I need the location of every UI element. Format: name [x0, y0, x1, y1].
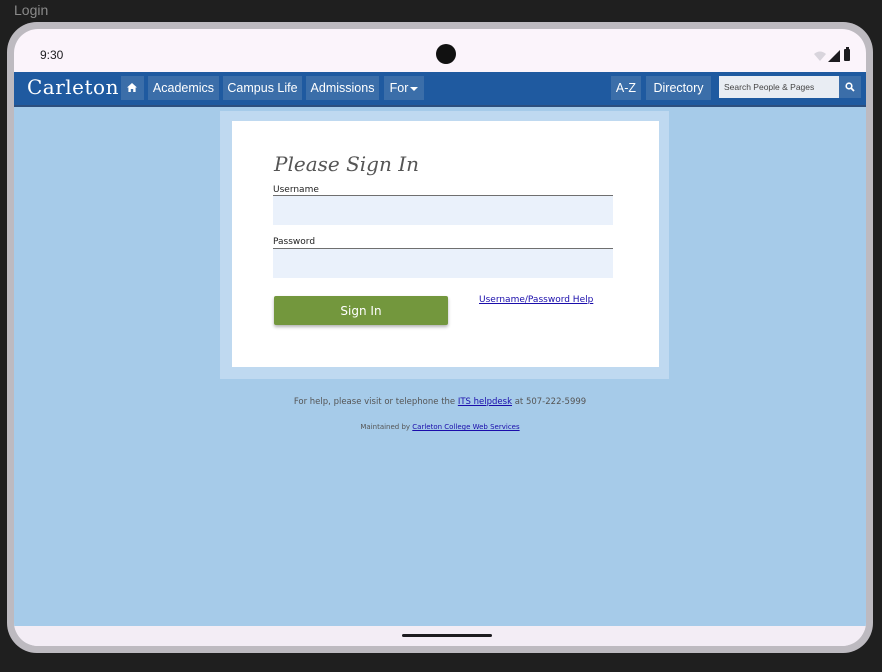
footer-maintained-prefix: Maintained by: [360, 423, 413, 431]
search-button[interactable]: [839, 76, 861, 98]
its-helpdesk-link[interactable]: ITS helpdesk: [458, 397, 512, 407]
page-title: Please Sign In: [274, 152, 419, 176]
signal-icon: [828, 50, 840, 62]
webview: Carleton Academics Campus Life Admission…: [14, 72, 866, 626]
footer-maintained-text: Maintained by Carleton College Web Servi…: [14, 423, 866, 431]
nav-a-z[interactable]: A-Z: [611, 76, 641, 100]
status-icons: [814, 47, 854, 63]
footer-help-suffix: at 507-222-5999: [512, 397, 587, 407]
device-screen: 9:30 Carleton Academics Campus Life Admi…: [14, 29, 866, 646]
home-icon: [127, 83, 137, 92]
web-services-link[interactable]: Carleton College Web Services: [412, 423, 519, 431]
nav-for-dropdown[interactable]: For: [384, 76, 424, 100]
username-label: Username: [273, 185, 319, 195]
username-field[interactable]: [273, 195, 613, 225]
site-navbar: Carleton Academics Campus Life Admission…: [14, 72, 866, 107]
password-field[interactable]: [273, 248, 613, 278]
footer-help-text: For help, please visit or telephone the …: [14, 397, 866, 407]
search-input[interactable]: [719, 76, 839, 98]
caret-down-icon: [410, 86, 419, 91]
password-label: Password: [273, 237, 316, 247]
nav-for-label: For: [389, 81, 409, 95]
home-gesture-handle[interactable]: [402, 634, 492, 637]
status-time: 9:30: [40, 48, 64, 62]
home-button[interactable]: [121, 76, 144, 100]
wifi-icon: [814, 51, 826, 61]
site-logo[interactable]: Carleton: [27, 75, 119, 99]
camera-cutout: [436, 44, 456, 64]
device-frame: 9:30 Carleton Academics Campus Life Admi…: [7, 22, 873, 653]
sign-in-button[interactable]: Sign In: [274, 296, 448, 325]
window-title: Login: [14, 2, 49, 18]
nav-admissions[interactable]: Admissions: [306, 76, 379, 100]
footer-help-prefix: For help, please visit or telephone the: [293, 397, 458, 407]
search-icon: [845, 82, 855, 92]
battery-icon: [844, 47, 850, 61]
nav-directory[interactable]: Directory: [646, 76, 711, 100]
status-bar: 9:30: [14, 29, 866, 72]
system-navigation-bar: [14, 626, 866, 646]
login-card: Please Sign In Username Password Sign In…: [232, 121, 659, 367]
nav-campus-life[interactable]: Campus Life: [223, 76, 302, 100]
nav-academics[interactable]: Academics: [148, 76, 219, 100]
password-help-link[interactable]: Username/Password Help: [479, 295, 593, 305]
